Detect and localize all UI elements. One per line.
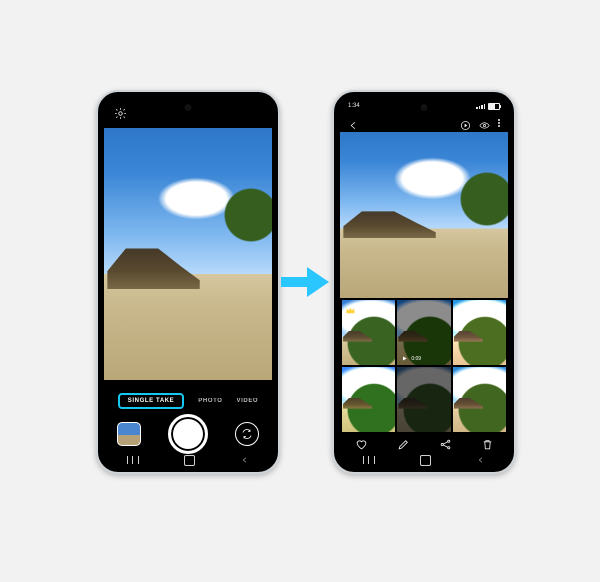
mode-single-take[interactable]: SINGLE TAKE <box>118 393 185 409</box>
edit-icon[interactable] <box>397 438 410 451</box>
nav-home[interactable] <box>420 455 431 466</box>
last-shot-thumbnail[interactable] <box>117 422 141 446</box>
front-camera-notch <box>421 104 428 111</box>
more-icon[interactable] <box>498 119 500 127</box>
camera-mode-strip[interactable]: SINGLE TAKE PHOTO VIDEO <box>104 388 272 414</box>
status-time: 1:34 <box>348 103 360 109</box>
android-navbar <box>104 454 272 466</box>
scene-photo <box>340 132 508 298</box>
camera-top-bar <box>104 98 272 128</box>
android-navbar <box>340 454 508 466</box>
gallery-top-bar <box>340 114 508 132</box>
mode-photo[interactable]: PHOTO <box>198 398 222 404</box>
play-icon[interactable] <box>460 118 471 129</box>
result-tile-6[interactable] <box>453 367 506 432</box>
gallery-app-phone: 1:34 <box>332 90 516 474</box>
signal-icon <box>476 104 485 109</box>
back-icon[interactable] <box>348 118 359 129</box>
result-tile-1[interactable] <box>342 300 395 365</box>
nav-recent-apps[interactable] <box>363 456 375 464</box>
video-duration: 0:09 <box>411 356 421 362</box>
result-tile-5[interactable] <box>397 367 450 432</box>
crown-icon <box>345 303 356 314</box>
visibility-icon[interactable] <box>479 118 490 129</box>
video-duration-badge: 0:09 <box>401 355 421 362</box>
result-tile-4[interactable] <box>342 367 395 432</box>
nav-back[interactable] <box>477 451 485 466</box>
camera-viewfinder[interactable] <box>104 128 272 380</box>
share-icon[interactable] <box>439 438 452 451</box>
scene-photo <box>104 128 272 380</box>
gallery-app-screen: 1:34 <box>340 98 508 466</box>
front-camera-notch <box>185 104 192 111</box>
battery-icon <box>488 103 500 110</box>
camera-app-phone: SINGLE TAKE PHOTO VIDEO <box>96 90 280 474</box>
arrow-right-icon <box>281 264 329 300</box>
gear-icon[interactable] <box>114 107 127 120</box>
nav-back[interactable] <box>241 451 249 466</box>
status-icons <box>476 103 500 110</box>
result-tile-3[interactable] <box>453 300 506 365</box>
gallery-main-photo[interactable] <box>340 132 508 298</box>
result-tile-2[interactable]: 0:09 <box>397 300 450 365</box>
camera-controls <box>104 414 272 454</box>
heart-icon[interactable] <box>355 438 368 451</box>
shutter-button[interactable] <box>168 414 208 454</box>
trash-icon[interactable] <box>481 438 494 451</box>
camera-app-screen: SINGLE TAKE PHOTO VIDEO <box>104 98 272 466</box>
switch-camera-button[interactable] <box>235 422 259 446</box>
single-take-grid: 0:09 <box>340 298 508 434</box>
nav-recent-apps[interactable] <box>127 456 139 464</box>
nav-home[interactable] <box>184 455 195 466</box>
mode-video[interactable]: VIDEO <box>237 398 259 404</box>
